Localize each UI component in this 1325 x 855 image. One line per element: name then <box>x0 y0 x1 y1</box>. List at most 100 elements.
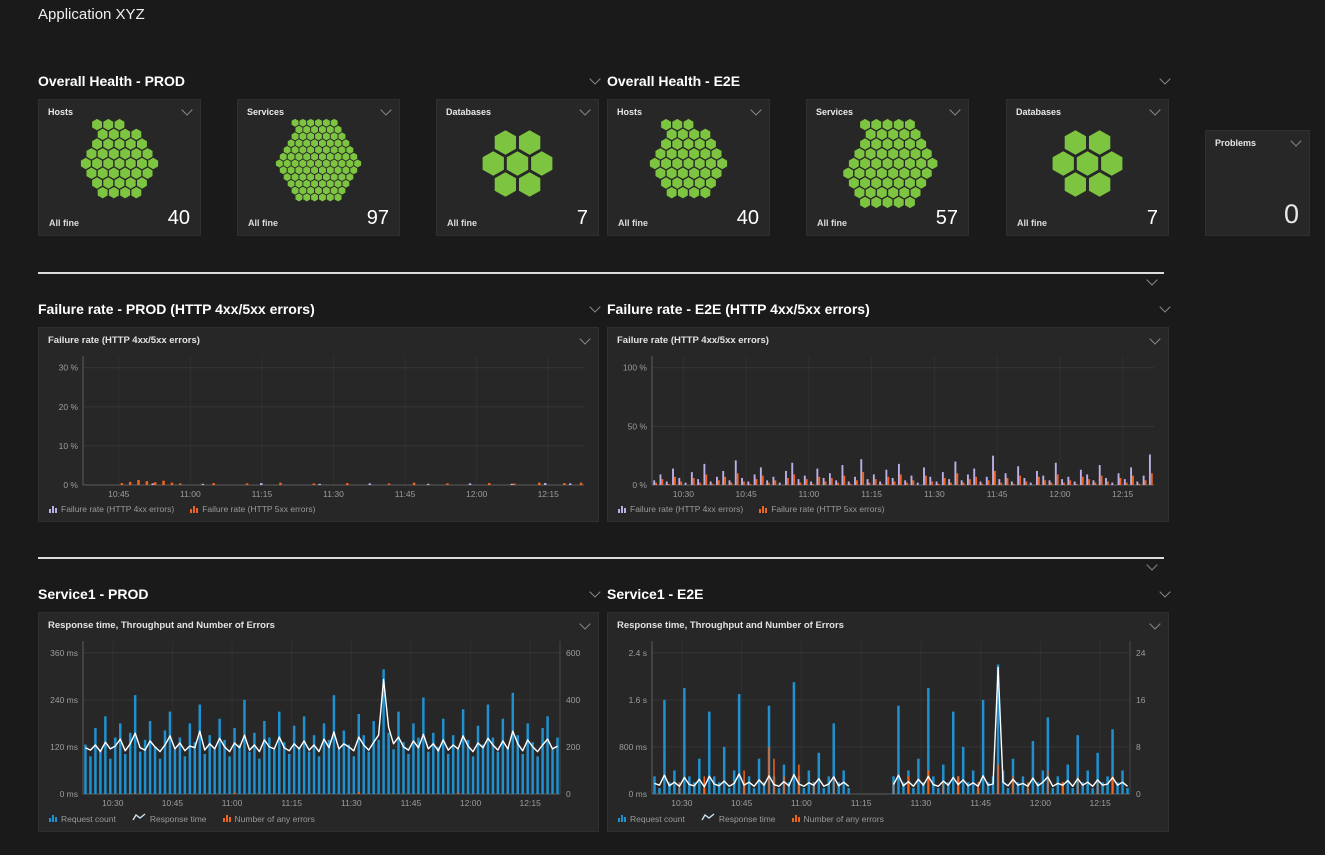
tile-header: Hosts <box>39 100 200 119</box>
chevron-down-icon[interactable] <box>579 618 590 629</box>
svg-text:10:45: 10:45 <box>735 489 757 499</box>
legend-item[interactable]: Failure rate (HTTP 5xx errors) <box>190 504 315 514</box>
chevron-down-icon[interactable] <box>579 333 590 344</box>
service1-e2e-tile[interactable]: Response time, Throughput and Number of … <box>607 612 1169 832</box>
svg-text:12:00: 12:00 <box>1030 798 1052 808</box>
section-title: Service1 - E2E <box>607 586 704 602</box>
chevron-down-icon[interactable] <box>1149 104 1160 115</box>
svg-text:0: 0 <box>566 789 571 799</box>
chevron-down-icon[interactable] <box>1290 135 1301 146</box>
svg-text:12:15: 12:15 <box>520 798 542 808</box>
service1-e2e-chart[interactable]: 0 ms800 ms1.6 s2.4 s08162410:3010:4511:0… <box>610 633 1166 810</box>
svg-text:0 %: 0 % <box>63 480 78 490</box>
chevron-down-icon[interactable] <box>1159 73 1170 84</box>
svg-text:10:45: 10:45 <box>108 489 130 499</box>
chart-title: Response time, Throughput and Number of … <box>617 620 844 631</box>
svg-text:11:45: 11:45 <box>987 489 1008 499</box>
chevron-down-icon[interactable] <box>1159 301 1170 312</box>
svg-text:12:00: 12:00 <box>1049 489 1071 499</box>
tile-header: Services <box>238 100 399 119</box>
section-title: Overall Health - E2E <box>607 73 740 89</box>
services-tile-prod[interactable]: Services All fine 97 <box>237 99 400 236</box>
hosts-tile-prod[interactable]: Hosts All fine 40 <box>38 99 201 236</box>
chevron-down-icon[interactable] <box>380 104 391 115</box>
legend-item[interactable]: Failure rate (HTTP 4xx errors) <box>49 504 174 514</box>
chevron-down-icon[interactable] <box>589 73 600 84</box>
svg-text:11:00: 11:00 <box>180 489 201 499</box>
tile-label: Problems <box>1215 138 1256 148</box>
entity-count: 57 <box>936 208 958 228</box>
chevron-down-icon[interactable] <box>181 104 192 115</box>
legend-item[interactable]: Number of any errors <box>792 814 884 824</box>
honeycomb-databases-prod[interactable] <box>437 119 598 208</box>
legend-item[interactable]: Response time <box>701 813 776 824</box>
bar-chart-icon <box>792 815 800 822</box>
legend-item[interactable]: Failure rate (HTTP 5xx errors) <box>759 504 884 514</box>
service1-prod-chart[interactable]: 0 ms120 ms240 ms360 ms020040060010:3010:… <box>41 633 596 810</box>
svg-text:11:00: 11:00 <box>222 798 243 808</box>
bar-chart-icon <box>190 506 198 513</box>
hosts-tile-e2e[interactable]: Hosts All fine 40 <box>607 99 770 236</box>
legend-label: Request count <box>61 814 116 824</box>
legend-label: Failure rate (HTTP 4xx errors) <box>630 504 743 514</box>
legend-item[interactable]: Number of any errors <box>223 814 315 824</box>
legend-label: Response time <box>719 814 776 824</box>
chevron-down-icon[interactable] <box>750 104 761 115</box>
service1-prod-tile[interactable]: Response time, Throughput and Number of … <box>38 612 599 832</box>
bar-chart-icon <box>223 815 231 822</box>
entity-count: 7 <box>577 208 588 228</box>
section-title: Service1 - PROD <box>38 586 149 602</box>
svg-text:16: 16 <box>1136 695 1146 705</box>
bar-chart-icon <box>618 506 626 513</box>
svg-text:11:15: 11:15 <box>252 489 273 499</box>
svg-text:11:00: 11:00 <box>799 489 820 499</box>
entity-count: 40 <box>737 208 759 228</box>
chevron-down-icon[interactable] <box>1146 559 1157 570</box>
svg-text:11:15: 11:15 <box>851 798 872 808</box>
tile-label: Hosts <box>48 107 73 117</box>
databases-tile-e2e[interactable]: Databases All fine 7 <box>1006 99 1169 236</box>
databases-tile-prod[interactable]: Databases All fine 7 <box>436 99 599 236</box>
honeycomb-hosts-e2e[interactable] <box>608 119 769 208</box>
chart-title: Failure rate (HTTP 4xx/5xx errors) <box>48 335 200 346</box>
chevron-down-icon[interactable] <box>589 301 600 312</box>
legend-item[interactable]: Response time <box>132 813 207 824</box>
line-icon <box>701 813 715 824</box>
tile-header: Failure rate (HTTP 4xx/5xx errors) <box>608 328 1168 348</box>
honeycomb-databases-e2e[interactable] <box>1007 119 1168 208</box>
svg-text:11:30: 11:30 <box>341 798 362 808</box>
chevron-down-icon[interactable] <box>589 586 600 597</box>
svg-text:0 %: 0 % <box>632 480 647 490</box>
honeycomb-services-e2e[interactable] <box>807 119 968 208</box>
chevron-down-icon[interactable] <box>949 104 960 115</box>
svg-text:12:00: 12:00 <box>460 798 482 808</box>
chart-title: Response time, Throughput and Number of … <box>48 620 275 631</box>
svg-text:11:30: 11:30 <box>924 489 945 499</box>
svg-text:200: 200 <box>566 742 580 752</box>
chevron-down-icon[interactable] <box>1149 333 1160 344</box>
failure-rate-e2e-chart[interactable]: 0 %50 %100 %10:3010:4511:0011:1511:3011:… <box>610 348 1166 501</box>
svg-text:11:30: 11:30 <box>323 489 344 499</box>
chevron-down-icon[interactable] <box>579 104 590 115</box>
section-header-service-e2e: Service1 - E2E <box>607 585 1169 603</box>
failure-rate-prod-chart[interactable]: 0 %10 %20 %30 %10:4511:0011:1511:3011:45… <box>41 348 596 501</box>
chevron-down-icon[interactable] <box>1159 586 1170 597</box>
tile-header: Hosts <box>608 100 769 119</box>
svg-text:24: 24 <box>1136 648 1146 658</box>
bar-chart-icon <box>759 506 767 513</box>
chevron-down-icon[interactable] <box>1149 618 1160 629</box>
svg-text:20 %: 20 % <box>59 402 79 412</box>
chevron-down-icon[interactable] <box>1146 274 1157 285</box>
honeycomb-hosts-prod[interactable] <box>39 119 200 208</box>
failure-rate-prod-tile[interactable]: Failure rate (HTTP 4xx/5xx errors) 0 % 10… <box>38 327 599 522</box>
tile-header: Response time, Throughput and Number of … <box>608 613 1168 633</box>
problems-tile[interactable]: Problems 0 <box>1205 130 1310 236</box>
failure-rate-e2e-tile[interactable]: Failure rate (HTTP 4xx/5xx errors) 0 %50… <box>607 327 1169 522</box>
legend-item[interactable]: Failure rate (HTTP 4xx errors) <box>618 504 743 514</box>
honeycomb-services-prod[interactable] <box>238 119 399 208</box>
section-divider <box>38 272 1164 274</box>
legend-item[interactable]: Request count <box>49 814 116 824</box>
legend-item[interactable]: Request count <box>618 814 685 824</box>
services-tile-e2e[interactable]: Services All fine 57 <box>806 99 969 236</box>
status-label: All fine <box>248 218 278 228</box>
